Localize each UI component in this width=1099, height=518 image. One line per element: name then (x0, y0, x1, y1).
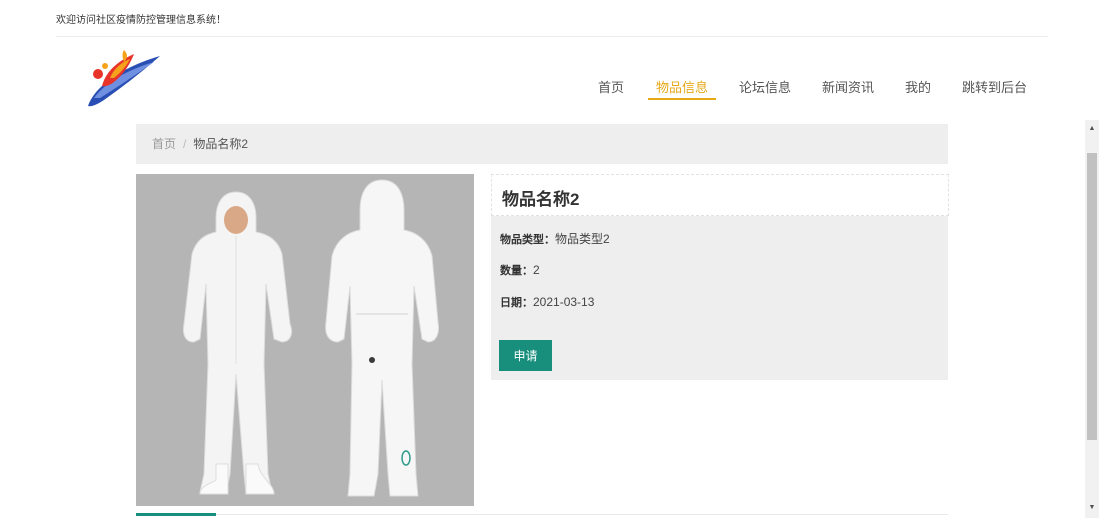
nav-active-underline (648, 98, 716, 100)
product-image (136, 174, 474, 506)
field-date-value: 2021-03-13 (533, 295, 595, 309)
nav-item-news[interactable]: 新闻资讯 (822, 77, 874, 96)
apply-button[interactable]: 申请 (499, 340, 552, 371)
breadcrumb: 首页 / 物品名称2 (136, 124, 948, 164)
scroll-thumb[interactable] (1087, 153, 1097, 440)
breadcrumb-separator: / (183, 137, 187, 151)
nav-item-goods[interactable]: 物品信息 (656, 77, 708, 96)
breadcrumb-current: 物品名称2 (193, 137, 249, 151)
field-type-value: 物品类型2 (555, 232, 610, 246)
field-type-label: 物品类型： (500, 234, 555, 246)
field-type: 物品类型：物品类型2 (500, 230, 610, 247)
product-title-box: 物品名称2 (491, 174, 949, 216)
main-nav: 首页 物品信息 论坛信息 新闻资讯 我的 跳转到后台 (0, 77, 1099, 107)
welcome-text: 欢迎访问社区疫情防控管理信息系统！ (56, 15, 226, 26)
section-tab-accent (136, 513, 216, 516)
field-quantity-label: 数量： (500, 265, 533, 277)
header-divider (56, 36, 1048, 37)
section-divider (136, 514, 948, 515)
nav-item-forum[interactable]: 论坛信息 (739, 77, 791, 96)
scroll-up-arrow-icon[interactable]: ▲ (1085, 122, 1099, 136)
nav-item-home[interactable]: 首页 (598, 77, 624, 96)
breadcrumb-home-link[interactable]: 首页 (152, 137, 176, 151)
field-quantity: 数量：2 (500, 262, 540, 278)
product-title: 物品名称2 (502, 190, 580, 209)
scroll-down-arrow-icon[interactable]: ▼ (1085, 501, 1099, 515)
nav-item-admin[interactable]: 跳转到后台 (962, 77, 1027, 96)
field-date-label: 日期： (500, 297, 533, 309)
top-bar: 欢迎访问社区疫情防控管理信息系统！ (0, 0, 1099, 36)
nav-item-mine[interactable]: 我的 (905, 77, 931, 96)
field-date: 日期：2021-03-13 (500, 294, 594, 310)
field-quantity-value: 2 (533, 263, 540, 277)
vertical-scrollbar[interactable]: ▲ ▼ (1085, 120, 1099, 518)
product-details-panel: 物品类型：物品类型2 数量：2 日期：2021-03-13 申请 (491, 216, 948, 380)
content-area: 首页 / 物品名称2 物品名称2 物品类型：物品类型2 数量：2 日期：2021… (0, 120, 1085, 518)
